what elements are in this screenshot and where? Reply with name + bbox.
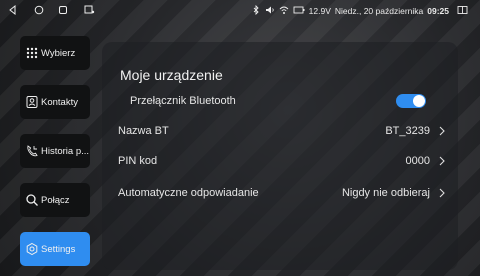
recents-icon[interactable] (57, 4, 69, 16)
pin-label: PIN kod (118, 155, 158, 167)
sidebar-item-label: Połącz (41, 194, 70, 206)
chevron-right-icon (439, 156, 445, 166)
bt-name-label: Nazwa BT (118, 125, 169, 137)
sidebar-item-historia[interactable]: Historia p... (20, 134, 90, 168)
status-right: 12.9V Niedz., 20 października 09:25 (251, 4, 468, 17)
page-title: Moje urządzenie (120, 67, 223, 83)
auto-answer-value: Nigdy nie odbieraj (341, 187, 430, 199)
app-icon (83, 4, 95, 16)
sidebar-item-wybierz[interactable]: Wybierz (20, 36, 90, 70)
home-icon[interactable] (33, 4, 45, 16)
call-history-icon (25, 144, 39, 158)
dialpad-icon (25, 46, 39, 60)
sidebar-item-label: Historia p... (41, 145, 90, 157)
sidebar-item-label: Wybierz (41, 47, 76, 59)
sidebar-item-label: Kontakty (41, 96, 78, 108)
sidebar-item-polacz[interactable]: Połącz (20, 183, 90, 217)
clock: 09:25 (427, 6, 449, 16)
back-icon[interactable] (7, 4, 19, 16)
pin-value: 0000 (405, 155, 430, 167)
chevron-right-icon (439, 188, 445, 198)
sidebar-item-label: Settings (41, 243, 76, 255)
voltage-text: 12.9V (308, 6, 331, 16)
bluetooth-icon (251, 4, 261, 17)
sidebar-item-kontakty[interactable]: Kontakty (20, 85, 90, 119)
volume-icon (265, 5, 275, 17)
screen-icon[interactable] (457, 5, 468, 17)
pin-row[interactable]: PIN kod 0000 (118, 149, 446, 173)
search-icon (25, 193, 39, 207)
settings-icon (25, 242, 39, 256)
sidebar: Wybierz Kontakty Historia p... Połącz Se… (0, 22, 102, 276)
status-bar: 12.9V Niedz., 20 października 09:25 (0, 0, 480, 22)
date-text: Niedz., 20 października (334, 6, 424, 16)
bluetooth-toggle[interactable] (396, 94, 426, 108)
bt-name-row[interactable]: Nazwa BT BT_3239 (118, 119, 446, 143)
battery-icon (293, 5, 305, 17)
chevron-right-icon (439, 126, 445, 136)
auto-answer-label: Automatyczne odpowiadanie (118, 187, 259, 199)
sidebar-item-settings[interactable]: Settings (20, 232, 90, 266)
auto-answer-row[interactable]: Automatyczne odpowiadanie Nigdy nie odbi… (118, 181, 446, 205)
contacts-icon (25, 95, 39, 109)
wifi-icon (279, 5, 289, 17)
toggle-knob (413, 95, 425, 107)
settings-panel: Moje urządzenie Przełącznik Bluetooth Na… (102, 42, 458, 270)
bluetooth-switch-row[interactable]: Przełącznik Bluetooth (118, 89, 446, 113)
bt-name-value: BT_3239 (385, 125, 430, 137)
